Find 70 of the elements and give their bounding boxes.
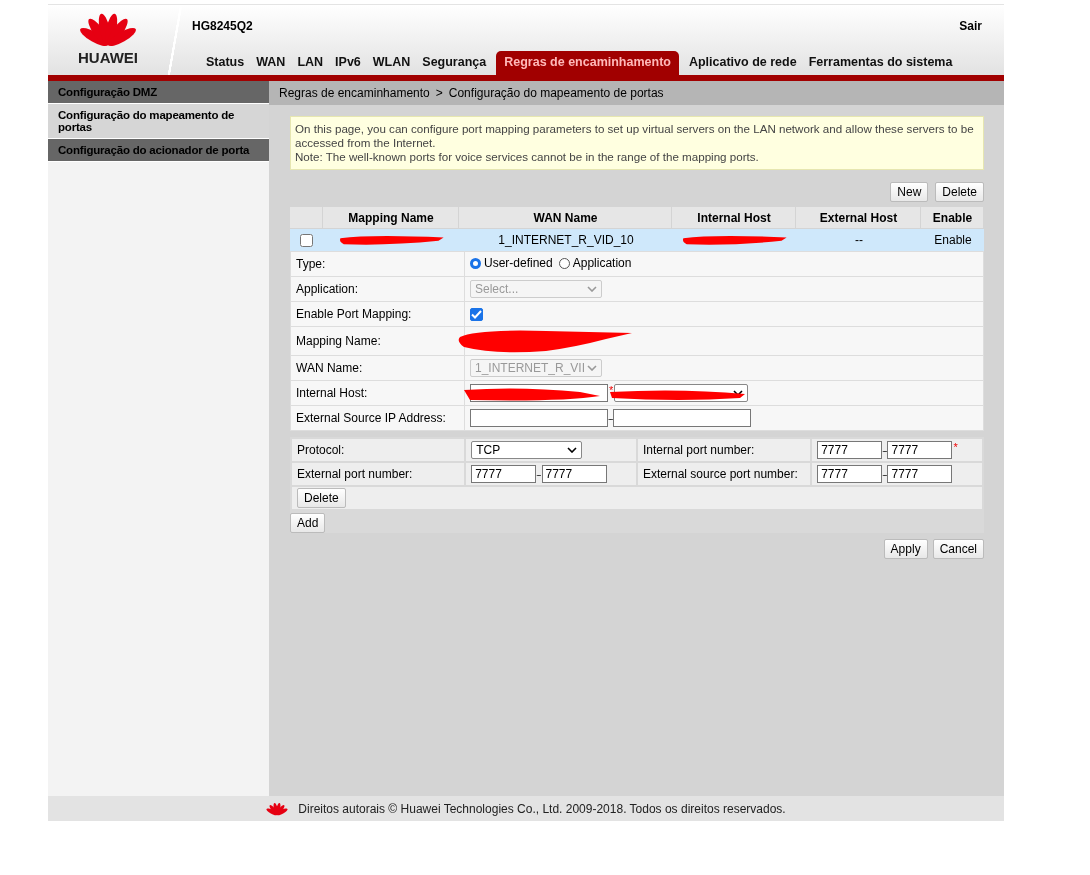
- field-label: WAN Name:: [296, 361, 363, 375]
- row-checkbox[interactable]: [300, 233, 313, 247]
- input-field[interactable]: 7777: [887, 465, 953, 483]
- nav-tab[interactable]: Status: [200, 49, 251, 75]
- notice-text: On this page, you can configure port mapping parameters to set up virtual servers on the LAN network and allow these servers to be accessed from the Internet.: [295, 122, 975, 150]
- dropdown[interactable]: TCP: [471, 441, 583, 459]
- field-label: External source port number:: [643, 467, 798, 481]
- column-header: Mapping Name: [324, 207, 459, 228]
- add-button[interactable]: Add: [290, 513, 326, 533]
- field-label: Mapping Name:: [296, 334, 381, 348]
- logo-icon: [266, 801, 289, 816]
- input-field[interactable]: [470, 409, 608, 427]
- input-field[interactable]: 7777: [541, 465, 607, 483]
- field-label: Application:: [296, 282, 359, 296]
- nav-tab[interactable]: WLAN: [366, 49, 417, 75]
- field-label: Type:: [296, 257, 326, 271]
- column-header: WAN Name: [460, 207, 672, 228]
- table-cell: 1_INTERNET_R_VID_10: [498, 233, 634, 247]
- field-label: Enable Port Mapping:: [296, 307, 412, 321]
- action-button[interactable]: Apply: [883, 539, 928, 559]
- breadcrumb-text: Regras de encaminhamento: [279, 86, 430, 100]
- sidebar-item[interactable]: Configuração do mapeamento de portas: [48, 104, 269, 139]
- input-field[interactable]: [613, 409, 752, 427]
- table-cell: --: [855, 233, 863, 247]
- required-mark: *: [609, 384, 614, 396]
- nav-tab[interactable]: Segurança: [416, 49, 493, 75]
- column-header: Enable: [922, 207, 984, 228]
- breadcrumb-text: Configuração do mapeamento de portas: [448, 86, 664, 100]
- toolbar-button[interactable]: Delete: [935, 182, 984, 202]
- nav-tab[interactable]: Ferramentas do sistema: [802, 49, 959, 75]
- field-label: Internal Host:: [296, 386, 368, 400]
- range-separator: --: [882, 444, 887, 456]
- action-button[interactable]: Cancel: [932, 539, 984, 559]
- nav-tab[interactable]: LAN: [291, 49, 330, 75]
- delete-button[interactable]: Delete: [297, 488, 346, 508]
- range-separator: --: [882, 468, 887, 480]
- sidebar-item[interactable]: Configuração do acionador de porta: [48, 139, 269, 162]
- breadcrumb-text: >: [435, 86, 443, 100]
- notice-text: Note: The well-known ports for voice services cannot be in the range of the mapping ports.: [295, 150, 760, 164]
- input-field[interactable]: 7777: [817, 465, 883, 483]
- nav-tab[interactable]: IPv6: [329, 49, 367, 75]
- range-separator: --: [536, 468, 541, 480]
- table-cell: Enable: [934, 233, 972, 247]
- caret-icon: [587, 286, 597, 292]
- input-field[interactable]: 7777: [471, 465, 537, 483]
- column-header: External Host: [797, 207, 921, 228]
- input-field[interactable]: 7777: [817, 441, 883, 459]
- nav-tab[interactable]: WAN: [250, 49, 292, 75]
- device-model: HG8245Q2: [192, 19, 253, 35]
- nav-tab[interactable]: Aplicativo de rede: [682, 49, 803, 75]
- brand-name: HUAWEI: [78, 49, 138, 66]
- radio-option[interactable]: User-defined: [470, 256, 553, 271]
- radio-option[interactable]: Application: [558, 256, 632, 271]
- sidebar-item[interactable]: Configuração DMZ: [48, 81, 269, 104]
- row-highlight[interactable]: [290, 229, 984, 251]
- caret-icon: [567, 447, 578, 453]
- input-field[interactable]: 7777: [887, 441, 953, 459]
- field-label: Internal port number:: [643, 443, 755, 457]
- field-label: Protocol:: [297, 443, 345, 457]
- toolbar-button[interactable]: New: [890, 182, 929, 202]
- checkbox[interactable]: [470, 308, 483, 322]
- required-mark: *: [953, 441, 958, 453]
- range-separator: --: [608, 412, 613, 424]
- caret-icon: [587, 365, 597, 371]
- logout-link[interactable]: Sair: [959, 19, 982, 38]
- nav-tab[interactable]: Regras de encaminhamento: [496, 51, 679, 75]
- copyright-text: Direitos autorais © Huawei Technologies Co., Ltd. 2009-2018. Todos os direitos reservados.: [298, 801, 786, 816]
- column-header: Internal Host: [673, 207, 796, 228]
- field-label: External port number:: [297, 467, 413, 481]
- field-label: External Source IP Address:: [296, 411, 446, 425]
